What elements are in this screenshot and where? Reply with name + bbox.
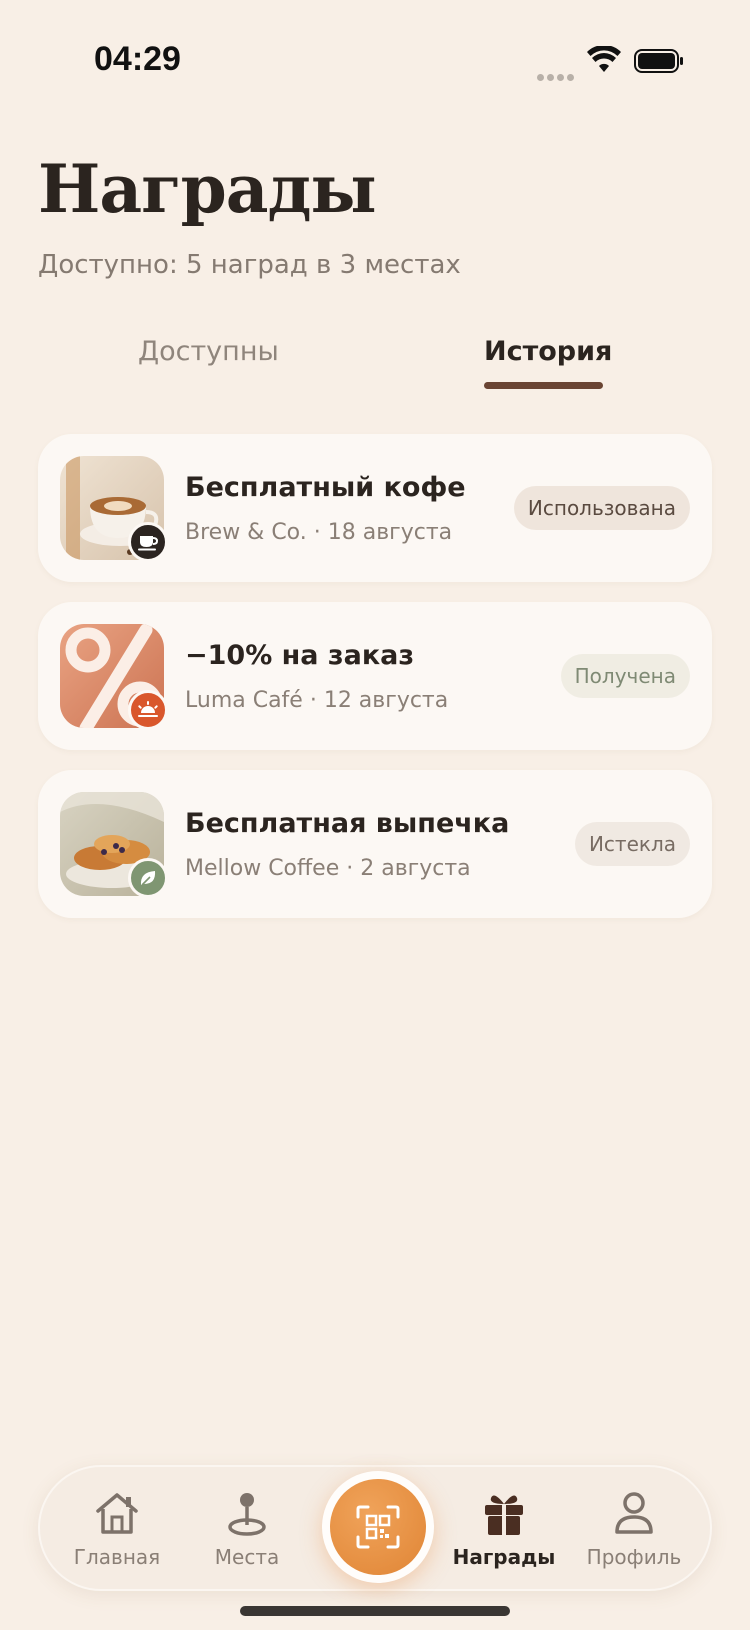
reward-meta: Mellow Coffee · 2 августа — [185, 856, 471, 881]
nav-label-profile: Профиль — [586, 1545, 682, 1569]
qr-code-icon — [356, 1505, 400, 1549]
status-time: 04:29 — [94, 40, 181, 78]
home-icon — [96, 1493, 138, 1534]
status-badge: Истекла — [574, 822, 690, 866]
nav-label-places: Места — [214, 1545, 280, 1569]
nav-item-rewards[interactable]: Награды — [449, 1485, 559, 1575]
nav-label-rewards: Награды — [452, 1545, 556, 1569]
map-pin-icon — [228, 1493, 266, 1536]
rewards-tabs: Доступны История — [0, 330, 750, 400]
history-card-free-pastry[interactable]: Бесплатная выпечка Mellow Coffee · 2 авг… — [38, 770, 712, 918]
page-title: Награды — [38, 150, 377, 228]
tab-available[interactable]: Доступны — [138, 336, 279, 367]
status-bar: 04:29 — [0, 0, 750, 120]
qr-scan-button[interactable] — [322, 1471, 434, 1583]
reward-title: Бесплатный кофе — [185, 472, 466, 503]
bottom-navigation: Главная Места Награды Профиль — [38, 1465, 712, 1591]
history-card-discount[interactable]: −10% на заказ Luma Café · 12 августа Пол… — [38, 602, 712, 750]
wifi-icon — [587, 46, 621, 72]
leaf-icon — [128, 858, 168, 898]
battery-icon — [634, 49, 683, 73]
status-badge: Использована — [513, 486, 690, 530]
history-card-free-coffee[interactable]: Бесплатный кофе Brew & Co. · 18 августа … — [38, 434, 712, 582]
home-indicator — [240, 1606, 510, 1616]
status-badge: Получена — [560, 654, 690, 698]
nav-item-home[interactable]: Главная — [62, 1485, 172, 1575]
reward-meta: Luma Café · 12 августа — [185, 688, 449, 713]
tab-history[interactable]: История — [484, 336, 612, 367]
coffee-cup-icon — [128, 522, 168, 562]
reward-meta: Brew & Co. · 18 августа — [185, 520, 453, 545]
sunrise-icon — [128, 690, 168, 730]
reward-title: Бесплатная выпечка — [185, 808, 510, 839]
nav-item-places[interactable]: Места — [192, 1485, 302, 1575]
nav-label-home: Главная — [73, 1545, 161, 1569]
active-tab-indicator — [484, 382, 603, 389]
reward-title: −10% на заказ — [185, 640, 415, 671]
cellular-signal-icon — [537, 66, 577, 81]
gift-icon — [485, 1495, 523, 1535]
nav-item-profile[interactable]: Профиль — [579, 1485, 689, 1575]
page-subtitle: Доступно: 5 наград в 3 местах — [38, 250, 461, 280]
user-icon — [615, 1492, 653, 1534]
